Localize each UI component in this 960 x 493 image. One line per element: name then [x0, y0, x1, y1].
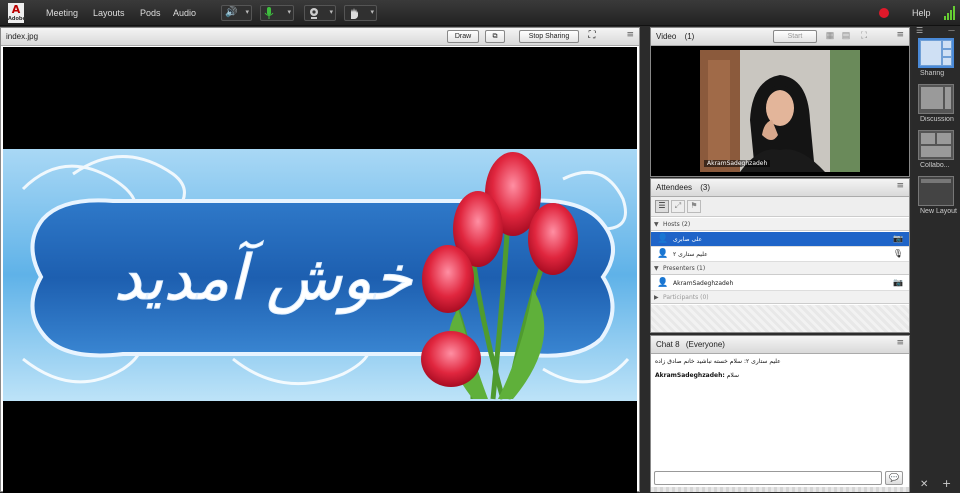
adobe-logo: A Adobe — [8, 3, 26, 23]
attendee-row[interactable]: 👤 علی صابری 📷 — [651, 232, 909, 247]
triangle-down-icon: ▼ — [654, 265, 659, 272]
top-menu-bar: A Adobe Meeting Layouts Pods Audio 🔊 ▾ ▾… — [0, 0, 960, 26]
layout-collaboration[interactable] — [918, 130, 954, 160]
chat-pod: Chat 8 (Everyone) ≡ علیم ستاری ۲: سلام خ… — [650, 335, 910, 492]
welcome-banner-image: خوش آمدید — [3, 149, 637, 401]
layout-new[interactable] — [918, 176, 954, 206]
chat-input[interactable] — [654, 471, 882, 485]
participant-name-label: AkramSadeghzadeh — [704, 160, 771, 167]
participant-video-feed[interactable]: AkramSadeghzadeh — [700, 50, 860, 172]
chat-pod-header: Chat 8 (Everyone) ≡ — [651, 336, 909, 354]
help-menu[interactable]: Help — [912, 8, 931, 18]
discussion-layout-icon — [921, 87, 951, 109]
speaker-button[interactable]: 🔊 ▾ — [221, 5, 252, 21]
fullscreen-icon[interactable]: ⛶ — [584, 30, 600, 43]
layouts-bar: ☰ — Sharing Discussion Collabo... New La… — [912, 26, 960, 492]
chat-pod-title: Chat 8 (Everyone) — [656, 340, 725, 349]
chevron-down-icon[interactable]: ▾ — [245, 8, 249, 16]
webcam-icon — [308, 7, 320, 23]
attendees-pod: Attendees (3) ≡ ☰ ⤢ ⚑ ▼ Hosts (2) 👤 علی … — [650, 178, 910, 333]
chevron-down-icon[interactable]: ▾ — [329, 8, 333, 16]
speaker-icon: 🔊 — [225, 7, 238, 18]
camera-status-icon: 📷 — [893, 278, 903, 287]
layout-discussion-label: Discussion — [920, 116, 954, 123]
chat-message: علیم ستاری ۲: سلام خسته نباشید خانم صادق… — [655, 358, 781, 365]
presenter-user-icon: 👤 — [657, 278, 669, 288]
hosts-section-header[interactable]: ▼ Hosts (2) — [651, 218, 909, 231]
presenters-section-header[interactable]: ▼ Presenters (1) — [651, 262, 909, 275]
attendees-toolbar: ☰ ⤢ ⚑ — [651, 197, 909, 217]
raise-hand-button[interactable]: ▾ — [344, 5, 377, 21]
speech-bubble-icon: 💬 — [889, 473, 899, 482]
pod-options-icon[interactable]: ≡ — [896, 338, 904, 348]
triangle-down-icon: ▼ — [654, 221, 659, 228]
draw-button[interactable]: Draw — [447, 30, 479, 43]
layouts-collapse-icon[interactable]: ☰ — [916, 26, 923, 35]
attendee-row[interactable]: 👤 AkramSadeghzadeh 📷 — [651, 276, 909, 291]
pod-options-icon[interactable]: ≡ — [626, 30, 634, 40]
attendees-pod-header: Attendees (3) ≡ — [651, 179, 909, 197]
filmstrip-view-icon[interactable]: ▤ — [839, 30, 853, 43]
participant-video-image — [700, 50, 860, 172]
camera-status-icon: 📷 — [893, 234, 903, 243]
start-webcam-button[interactable]: Start — [773, 30, 817, 43]
layouts-minimize-icon[interactable]: — — [948, 26, 955, 34]
share-pod-title: index.jpg — [6, 32, 39, 41]
raise-hand-icon — [348, 7, 360, 23]
empty-list-area — [651, 305, 909, 332]
microphone-button[interactable]: ▾ — [260, 5, 294, 21]
share-pod: index.jpg Draw ⧉ Stop Sharing ⛶ ≡ خوش آم… — [0, 27, 640, 493]
participants-section-header[interactable]: ▶ Participants (0) — [651, 291, 909, 304]
new-layout-icon — [921, 179, 951, 183]
mic-status-icon: 🎙 — [892, 249, 903, 258]
fit-width-icon: ⧉ — [492, 33, 498, 40]
video-pod-title: Video (1) — [656, 32, 695, 41]
stop-sharing-button[interactable]: Stop Sharing — [519, 30, 579, 43]
status-menu-icon[interactable]: ⚑ — [687, 200, 701, 213]
send-message-button[interactable]: 💬 — [885, 471, 903, 485]
sharing-layout-icon — [921, 41, 951, 65]
shared-content-area: خوش آمدید — [3, 47, 637, 493]
menu-audio[interactable]: Audio — [173, 8, 196, 18]
attendees-pod-title: Attendees (3) — [656, 183, 711, 192]
grid-view-icon[interactable]: ▦ — [823, 30, 837, 43]
webcam-button[interactable]: ▾ — [304, 5, 336, 21]
chevron-down-icon[interactable]: ▾ — [287, 8, 291, 16]
host-user-icon: 👤 — [657, 234, 669, 244]
pod-options-icon[interactable]: ≡ — [896, 30, 904, 40]
share-pod-header: index.jpg Draw ⧉ Stop Sharing ⛶ ≡ — [1, 28, 639, 46]
chevron-down-icon[interactable]: ▾ — [370, 8, 374, 16]
attendee-row[interactable]: 👤 علیم ستاری ۲ 🎙 — [651, 247, 909, 262]
fit-width-button[interactable]: ⧉ — [485, 30, 505, 43]
layout-collaboration-label: Collabo... — [920, 162, 950, 169]
chat-footer-strip — [651, 487, 909, 492]
triangle-right-icon: ▶ — [654, 294, 659, 301]
expand-icon[interactable]: ⤢ — [671, 200, 685, 213]
layout-new-label: New Layout — [920, 208, 957, 215]
close-icon[interactable]: ✕ — [920, 479, 928, 490]
menu-meeting[interactable]: Meeting — [46, 8, 78, 18]
list-view-icon[interactable]: ☰ — [655, 200, 669, 213]
connection-signal-icon — [944, 6, 956, 20]
menu-pods[interactable]: Pods — [140, 8, 161, 18]
record-indicator-icon[interactable] — [879, 8, 889, 18]
host-user-icon: 👤 — [657, 249, 669, 259]
layout-sharing[interactable] — [918, 38, 954, 68]
fullscreen-icon[interactable]: ⛶ — [857, 30, 871, 43]
add-layout-icon[interactable]: + — [942, 477, 951, 490]
chat-message: AkramSadeghzadeh: سلام — [655, 372, 740, 379]
microphone-icon — [264, 7, 274, 23]
collaboration-layout-icon — [921, 133, 951, 157]
layout-sharing-label: Sharing — [920, 70, 945, 77]
layout-discussion[interactable] — [918, 84, 954, 114]
pod-options-icon[interactable]: ≡ — [896, 181, 904, 191]
video-pod-header: Video (1) Start ▦ ▤ ⛶ ≡ — [651, 28, 909, 46]
menu-layouts[interactable]: Layouts — [93, 8, 125, 18]
banner-calligraphy: خوش آمدید — [114, 240, 413, 315]
